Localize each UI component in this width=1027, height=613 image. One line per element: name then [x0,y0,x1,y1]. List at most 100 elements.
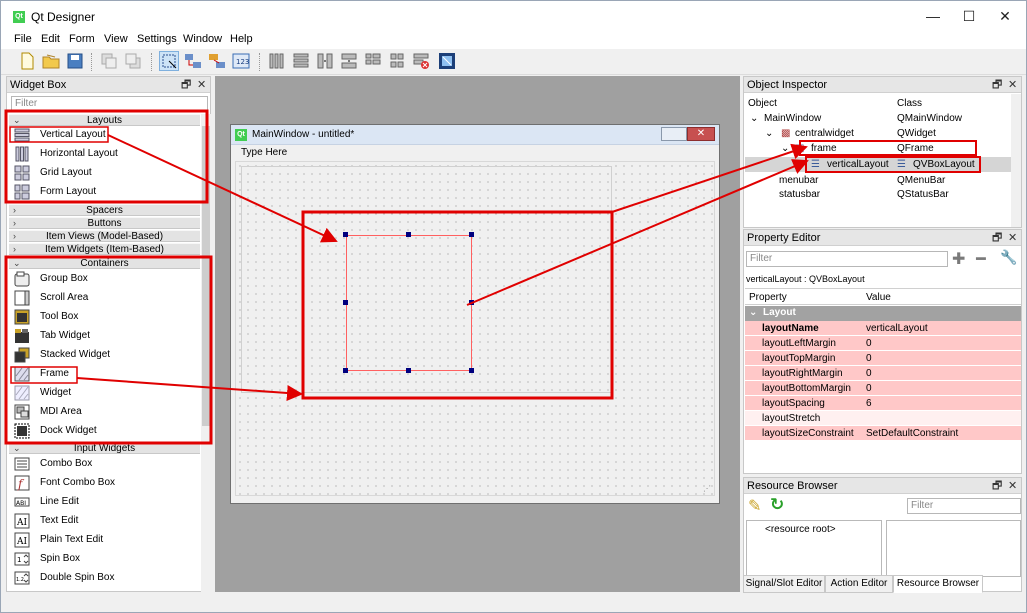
property-row-leftmargin[interactable]: layoutLeftMargin 0 [745,336,1021,351]
property-row-topmargin[interactable]: layoutTopMargin 0 [745,351,1021,366]
widget-item-mdi-area[interactable]: MDI Area [9,403,200,422]
open-folder-icon[interactable] [41,51,61,71]
layout-horizontal-icon[interactable] [267,51,287,71]
column-class-header[interactable]: Class [897,98,922,109]
category-input-widgets[interactable]: ⌄ Input Widgets [9,442,200,454]
property-row-layoutname[interactable]: layoutName verticalLayout [745,321,1021,336]
resource-file-list[interactable] [886,520,1021,577]
widget-item-form-layout[interactable]: Form Layout [9,183,200,202]
tab-action-editor[interactable]: Action Editor [825,575,893,593]
widget-item-line-edit[interactable]: ABI Line Edit [9,493,200,512]
category-item-views[interactable]: › Item Views (Model-Based) [9,230,200,242]
column-value-header[interactable]: Value [866,292,891,303]
widget-item-group-box[interactable]: Group Box [9,270,200,289]
form-title-bar[interactable]: Qt MainWindow - untitled* ✕ [231,125,719,145]
layout-grid-icon[interactable] [387,51,407,71]
adjust-size-icon[interactable] [437,51,457,71]
widget-item-vertical-layout[interactable]: Vertical Layout [9,126,200,145]
widget-item-scroll-area[interactable]: Scroll Area [9,289,200,308]
category-buttons[interactable]: › Buttons [9,217,200,229]
tab-resource-browser[interactable]: Resource Browser [893,575,983,593]
close-icon[interactable]: ✕ [1008,478,1017,494]
bring-front-icon[interactable] [123,51,143,71]
layout-form-icon[interactable] [363,51,383,71]
property-row-sizeconstraint[interactable]: layoutSizeConstraint SetDefaultConstraint [745,426,1021,441]
resize-handle[interactable] [343,300,348,305]
close-icon[interactable]: ✕ [1008,230,1017,246]
tree-row-statusbar[interactable]: statusbar QStatusBar [745,187,1011,202]
maximize-button[interactable]: ☐ [951,5,987,27]
property-row-rightmargin[interactable]: layoutRightMargin 0 [745,366,1021,381]
size-grip-icon[interactable]: ⋰ [703,484,711,493]
wrench-icon[interactable]: 🔧 [1000,249,1017,266]
widget-item-dock-widget[interactable]: Dock Widget [9,422,200,441]
edit-widgets-icon[interactable] [159,51,179,71]
central-widget[interactable]: ⋰ [235,161,715,496]
float-icon[interactable]: 🗗 [181,77,191,93]
reload-icon[interactable]: ↻ [770,495,784,515]
new-file-icon[interactable] [17,51,37,71]
widget-item-tab-widget[interactable]: Tab Widget [9,327,200,346]
column-object-header[interactable]: Object [748,98,777,109]
widget-item-font-combo-box[interactable]: f Font Combo Box [9,474,200,493]
widget-item-combo-box[interactable]: Combo Box [9,455,200,474]
resize-handle[interactable] [469,232,474,237]
layout-splitter-h-icon[interactable] [315,51,335,71]
resize-handle[interactable] [343,232,348,237]
widget-item-plain-text-edit[interactable]: AI Plain Text Edit [9,531,200,550]
property-row-bottommargin[interactable]: layoutBottomMargin 0 [745,381,1021,396]
remove-icon[interactable]: ━ [976,249,986,269]
widget-item-stacked-widget[interactable]: Stacked Widget [9,346,200,365]
save-icon[interactable] [65,51,85,71]
menu-window[interactable]: Window [183,33,222,45]
form-close-button[interactable]: ✕ [687,127,715,141]
widget-item-tool-box[interactable]: Tool Box [9,308,200,327]
resize-handle[interactable] [406,368,411,373]
widget-box-filter-input[interactable]: Filter [11,96,208,112]
type-here-menu[interactable]: Type Here [241,147,287,158]
edit-buddies-icon[interactable] [207,51,227,71]
tree-row-centralwidget[interactable]: ⌄ ▩ centralwidget QWidget [745,126,1011,141]
close-button[interactable]: ✕ [987,5,1023,27]
add-icon[interactable]: ✚ [952,249,965,269]
property-filter-input[interactable]: Filter [746,251,948,267]
menu-view[interactable]: View [104,33,128,45]
edit-signals-icon[interactable] [183,51,203,71]
resource-root-item[interactable]: <resource root> [765,524,836,535]
resize-handle[interactable] [406,232,411,237]
tree-row-frame[interactable]: ⌄ ▨ frame QFrame [745,141,1011,156]
layout-splitter-v-icon[interactable] [339,51,359,71]
category-containers[interactable]: ⌄ Containers [9,257,200,269]
form-minimize-button[interactable] [661,127,687,141]
column-property-header[interactable]: Property [749,292,787,303]
resource-tree[interactable]: <resource root> [746,520,882,577]
category-spacers[interactable]: › Spacers [9,204,200,216]
menu-file[interactable]: File [14,33,32,45]
widget-item-frame[interactable]: Frame [9,365,200,384]
edit-tab-order-icon[interactable]: 123 [231,51,251,71]
edit-pencil-icon[interactable]: ✎ [748,496,761,516]
tree-row-verticallayout[interactable]: ☰ verticalLayout ☰ QVBoxLayout [745,157,1011,172]
menu-help[interactable]: Help [230,33,253,45]
object-inspector-scrollbar[interactable] [1011,94,1021,227]
widget-item-widget[interactable]: Widget [9,384,200,403]
break-layout-icon[interactable] [411,51,431,71]
float-icon[interactable]: 🗗 [992,77,1002,93]
resize-handle[interactable] [343,368,348,373]
layout-vertical-icon[interactable] [291,51,311,71]
property-row-stretch[interactable]: layoutStretch [745,411,1021,426]
widget-item-double-spin-box[interactable]: 1.2 Double Spin Box [9,569,200,588]
menu-edit[interactable]: Edit [41,33,60,45]
resize-handle[interactable] [469,368,474,373]
tree-row-menubar[interactable]: menubar QMenuBar [745,173,1011,188]
property-row-spacing[interactable]: layoutSpacing 6 [745,396,1021,411]
widget-box-scrollbar[interactable] [201,114,211,592]
widget-item-grid-layout[interactable]: Grid Layout [9,164,200,183]
frame-widget[interactable] [241,166,612,393]
category-item-widgets[interactable]: › Item Widgets (Item-Based) [9,243,200,255]
tree-row-mainwindow[interactable]: ⌄ MainWindow QMainWindow [745,111,1011,126]
menu-settings[interactable]: Settings [137,33,177,45]
scrollbar-thumb[interactable] [202,126,210,426]
vertical-layout[interactable] [346,235,472,371]
category-layouts[interactable]: ⌄ Layouts [9,114,200,126]
